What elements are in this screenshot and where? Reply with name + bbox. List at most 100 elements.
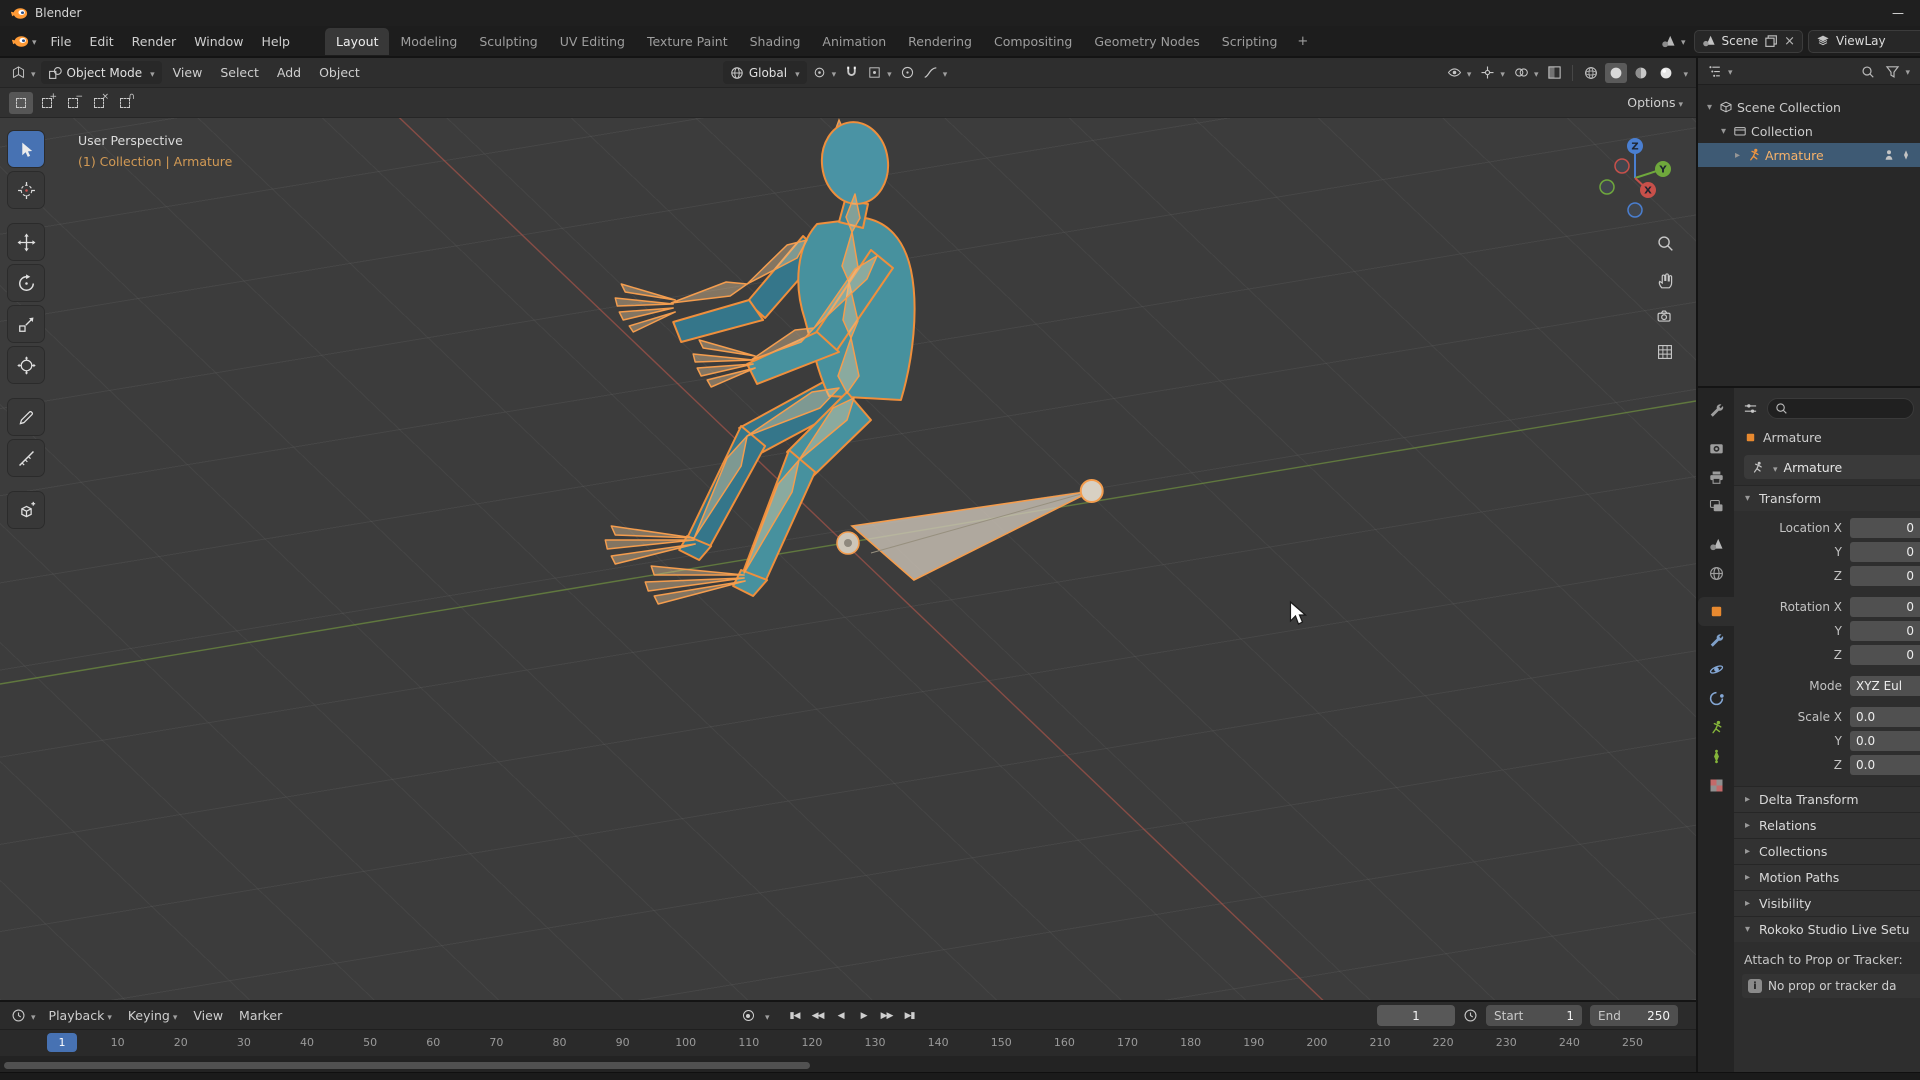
filter-button[interactable] (1882, 62, 1913, 81)
mode-selector[interactable]: Object Mode (40, 61, 162, 84)
outliner-row-collection[interactable]: ▾ Collection (1698, 119, 1920, 143)
timeline-menu-keying[interactable]: Keying (120, 1005, 186, 1026)
tool-add-cube[interactable] (8, 492, 44, 528)
properties-tab-world[interactable] (1698, 559, 1734, 588)
property-value-field[interactable]: 0 (1850, 542, 1920, 562)
timeline-editor-type-button[interactable] (8, 1006, 39, 1025)
workspace-tab-modeling[interactable]: Modeling (389, 28, 468, 55)
shading-solid-button[interactable] (1605, 62, 1628, 83)
select-mode-invert[interactable]: × (87, 92, 111, 114)
scene-selector[interactable]: Scene × (1693, 29, 1803, 53)
previous-keyframe-button[interactable]: ◀◀ (807, 1006, 829, 1026)
chevron-down-icon[interactable] (762, 1009, 770, 1023)
navigation-gizmo[interactable]: Z Y X (1595, 138, 1675, 218)
select-mode-extend[interactable]: + (35, 92, 59, 114)
viewport-canvas[interactable]: User Perspective (1) Collection | Armatu… (0, 118, 1696, 1000)
timeline-scrollbar[interactable] (4, 1062, 810, 1069)
properties-search-input[interactable] (1792, 401, 1906, 415)
properties-tab-tool[interactable] (1698, 396, 1734, 425)
datablock-field[interactable]: Armature (1744, 455, 1920, 479)
snap-settings-button[interactable] (864, 63, 895, 82)
outliner-editor-type-button[interactable] (1705, 62, 1736, 81)
property-value-field[interactable]: XYZ Eul (1850, 676, 1920, 696)
property-value-field[interactable]: 0 (1850, 518, 1920, 538)
select-mode-set[interactable] (9, 91, 33, 114)
workspace-tab-compositing[interactable]: Compositing (983, 28, 1083, 55)
shading-material-button[interactable] (1630, 63, 1652, 83)
tool-scale[interactable] (8, 306, 44, 342)
menubar-menu-window[interactable]: Window (185, 30, 252, 53)
visibility-dropdown[interactable] (1444, 63, 1475, 82)
menubar-menu-help[interactable]: Help (252, 30, 299, 53)
workspace-tab-shading[interactable]: Shading (739, 28, 812, 55)
properties-tab-object-data[interactable] (1698, 713, 1734, 742)
property-value-field[interactable]: 0 (1850, 566, 1920, 586)
outliner-row-armature[interactable]: ▸ Armature (1698, 143, 1920, 167)
disclosure-down-icon[interactable]: ▾ (1718, 126, 1729, 137)
properties-tab-modifiers[interactable] (1698, 626, 1734, 655)
outliner-row-scene-collection[interactable]: ▾ Scene Collection (1698, 95, 1920, 119)
editor-type-button[interactable] (8, 63, 39, 82)
timeline-menu-view[interactable]: View (185, 1005, 231, 1026)
new-datablock-icon[interactable] (1764, 34, 1778, 48)
gizmo-neg-z-axis[interactable] (1627, 202, 1643, 218)
section-rokoko[interactable]: ▾ Rokoko Studio Live Setu (1734, 916, 1920, 942)
menubar-menu-render[interactable]: Render (123, 30, 186, 53)
snap-toggle[interactable] (841, 63, 862, 82)
disclosure-down-icon[interactable]: ▾ (1704, 102, 1715, 113)
pivot-point-button[interactable] (809, 63, 840, 82)
tool-move[interactable] (8, 224, 44, 260)
viewport-menu-select[interactable]: Select (211, 61, 268, 84)
workspace-tab-rendering[interactable]: Rendering (897, 28, 983, 55)
properties-search[interactable] (1767, 397, 1914, 419)
properties-tab-constraints[interactable] (1698, 684, 1734, 713)
shading-wireframe-button[interactable] (1580, 63, 1602, 83)
tool-measure[interactable] (8, 440, 44, 476)
property-value-field[interactable]: 0.0 (1850, 755, 1920, 775)
viewport-menu-object[interactable]: Object (310, 61, 369, 84)
add-workspace-button[interactable]: + (1288, 30, 1317, 53)
start-frame-field[interactable]: Start 1 (1486, 1005, 1582, 1026)
menubar-menu-edit[interactable]: Edit (80, 30, 122, 53)
armature-ground-shape[interactable] (836, 479, 1104, 581)
jump-to-end-button[interactable]: ▶▮ (899, 1006, 921, 1026)
viewport-options-button[interactable]: Options (1623, 93, 1687, 112)
workspace-tab-sculpting[interactable]: Sculpting (468, 28, 548, 55)
playhead[interactable]: 1 (47, 1033, 77, 1052)
property-value-field[interactable]: 0 (1850, 621, 1920, 641)
section-visibility[interactable]: ▸ Visibility (1734, 890, 1920, 916)
tool-rotate[interactable] (8, 265, 44, 301)
play-reverse-button[interactable]: ◀ (830, 1006, 852, 1026)
workspace-tab-animation[interactable]: Animation (811, 28, 897, 55)
properties-tab-texture[interactable] (1698, 771, 1734, 800)
camera-view-button[interactable] (1652, 303, 1678, 329)
disclosure-right-icon[interactable]: ▸ (1732, 150, 1743, 161)
gizmo-neg-x-axis[interactable] (1614, 158, 1630, 174)
jump-to-start-button[interactable]: ▮◀ (784, 1006, 806, 1026)
timeline-menu-marker[interactable]: Marker (231, 1005, 290, 1026)
xray-toggle[interactable] (1544, 63, 1565, 82)
timeline-ruler[interactable]: 1 10 20 30 40 50 60 70 80 90 100 110 120 130 140 150 16… (0, 1030, 1696, 1056)
properties-tab-view-layer[interactable] (1698, 492, 1734, 521)
play-button[interactable]: ▶ (853, 1006, 875, 1026)
shading-rendered-button[interactable] (1655, 63, 1677, 83)
search-icon[interactable] (1861, 65, 1875, 78)
properties-tab-bone[interactable] (1698, 742, 1734, 771)
breadcrumb-object-name[interactable]: Armature (1763, 430, 1822, 445)
current-frame-field[interactable]: 1 (1377, 1005, 1455, 1026)
proportional-editing-toggle[interactable] (897, 63, 918, 82)
properties-tab-output[interactable] (1698, 463, 1734, 492)
properties-editor-type-button[interactable] (1740, 399, 1761, 418)
section-collections[interactable]: ▸ Collections (1734, 838, 1920, 864)
section-relations[interactable]: ▸ Relations (1734, 812, 1920, 838)
viewport-menu-view[interactable]: View (164, 61, 212, 84)
auto-key-record-button[interactable] (736, 1006, 760, 1026)
section-transform[interactable]: ▾ Transform (1734, 485, 1920, 511)
properties-tab-object[interactable] (1698, 597, 1734, 626)
gizmos-dropdown[interactable] (1477, 63, 1508, 82)
workspace-tab-geometry-nodes[interactable]: Geometry Nodes (1083, 28, 1210, 55)
properties-tab-scene[interactable] (1698, 530, 1734, 559)
toggle-ortho-button[interactable] (1652, 339, 1678, 365)
scene-browse-button[interactable] (1658, 32, 1689, 51)
section-motion-paths[interactable]: ▸ Motion Paths (1734, 864, 1920, 890)
